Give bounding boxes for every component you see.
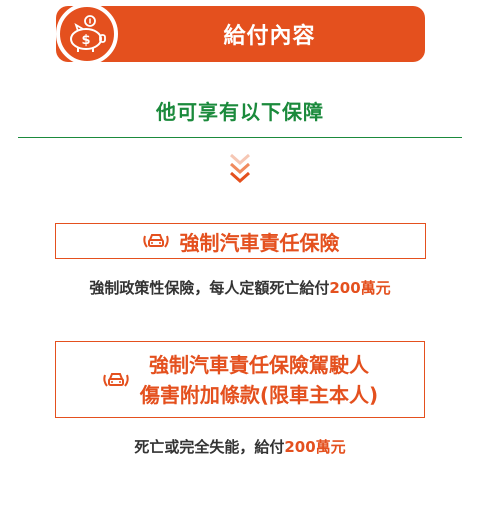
car-hands-icon xyxy=(103,372,129,387)
coverage-title-line1: 強制汽車責任保險駕駛人 xyxy=(149,352,369,377)
coverage-desc-text: 死亡或完全失能，給付 xyxy=(134,438,285,456)
coverage-subtitle: 他可享有以下保障 xyxy=(156,100,324,124)
coverage-amount: 200萬元 xyxy=(329,279,391,297)
header-title: 給付內容 xyxy=(223,24,316,49)
coverage-description: 死亡或完全失能，給付200萬元 xyxy=(0,436,480,457)
coverage-card-driver-injury: 強制汽車責任保險駕駛人 傷害附加條款(限車主本人) xyxy=(55,341,425,418)
coverage-title: 強制汽車責任保險 xyxy=(179,230,340,255)
coverage-title-line2: 傷害附加條款(限車主本人) xyxy=(139,382,379,407)
coverage-card-compulsory: 強制汽車責任保險 xyxy=(55,223,426,259)
svg-text:$: $ xyxy=(81,33,90,48)
car-hands-icon xyxy=(142,234,169,248)
piggy-bank-icon: $ xyxy=(56,3,118,65)
coverage-description: 強制政策性保險，每人定額死亡給付200萬元 xyxy=(0,277,480,298)
chevron-down-icon xyxy=(230,153,250,184)
coverage-desc-text: 強制政策性保險，每人定額死亡給付 xyxy=(89,279,330,297)
divider xyxy=(18,137,462,138)
coverage-amount: 200萬元 xyxy=(284,438,346,456)
benefit-page: 給付內容 $ 他可享有以下保障 強制汽車責任保險 強制政策性保險，每人定額死亡給… xyxy=(0,0,480,514)
